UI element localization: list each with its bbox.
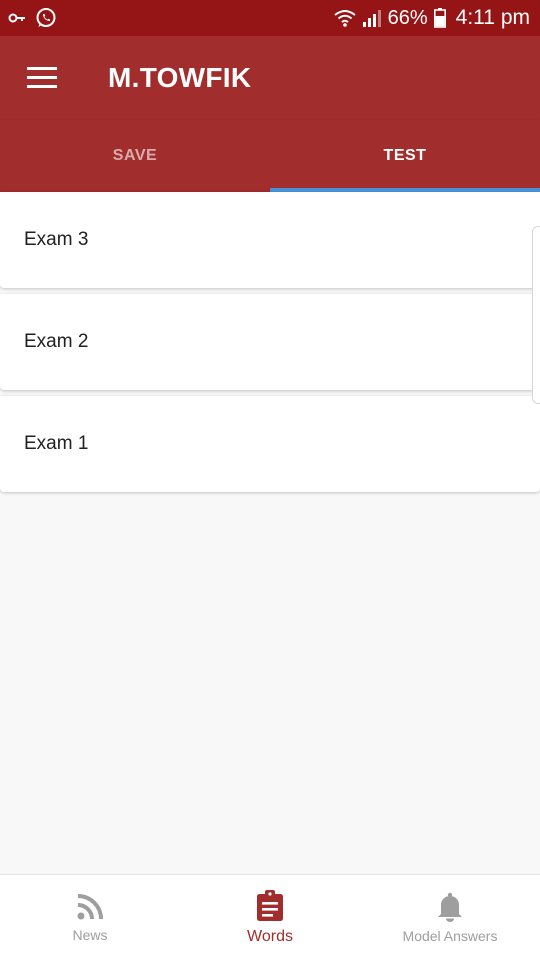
clipboard-icon xyxy=(257,889,283,921)
exam-label: Exam 1 xyxy=(24,433,89,454)
bell-icon xyxy=(438,892,462,922)
app-screen: 66% 4:11 pm M.TOWFIK SAVE TEST Exam 3 Ex… xyxy=(0,0,540,960)
menu-button[interactable] xyxy=(0,36,84,120)
status-left-icons xyxy=(8,6,58,30)
bottom-navigation: News Words Model Answers xyxy=(0,874,540,960)
exam-card-2[interactable]: Exam 2 xyxy=(0,294,540,390)
exam-label: Exam 2 xyxy=(24,331,89,352)
edge-panel-handle[interactable] xyxy=(532,226,540,404)
wifi-icon xyxy=(334,8,356,28)
status-time: 4:11 pm xyxy=(455,6,530,29)
key-icon xyxy=(8,11,26,25)
whatsapp-icon xyxy=(34,6,58,30)
status-right-icons: 66% 4:11 pm xyxy=(334,6,530,30)
nav-news[interactable]: News xyxy=(0,875,180,960)
battery-percent: 66% xyxy=(387,6,428,29)
nav-words[interactable]: Words xyxy=(180,875,360,960)
tab-bar: SAVE TEST xyxy=(0,120,540,192)
app-title: M.TOWFIK xyxy=(108,62,252,93)
nav-model-answers-label: Model Answers xyxy=(402,927,498,944)
nav-news-label: News xyxy=(72,926,108,943)
nav-model-answers[interactable]: Model Answers xyxy=(360,875,540,960)
hamburger-menu-icon xyxy=(27,67,57,88)
nav-words-label: Words xyxy=(247,927,293,945)
signal-icon xyxy=(362,8,382,28)
battery-icon xyxy=(433,8,446,28)
exam-card-1[interactable]: Exam 1 xyxy=(0,396,540,492)
exam-label: Exam 3 xyxy=(24,229,89,250)
rss-feed-icon xyxy=(77,893,103,919)
tab-save[interactable]: SAVE xyxy=(0,120,270,192)
tab-test[interactable]: TEST xyxy=(270,120,540,192)
app-bar: M.TOWFIK xyxy=(0,36,540,120)
exam-list: Exam 3 Exam 2 Exam 1 xyxy=(0,192,540,498)
status-bar: 66% 4:11 pm xyxy=(0,0,540,36)
exam-card-3[interactable]: Exam 3 xyxy=(0,192,540,288)
